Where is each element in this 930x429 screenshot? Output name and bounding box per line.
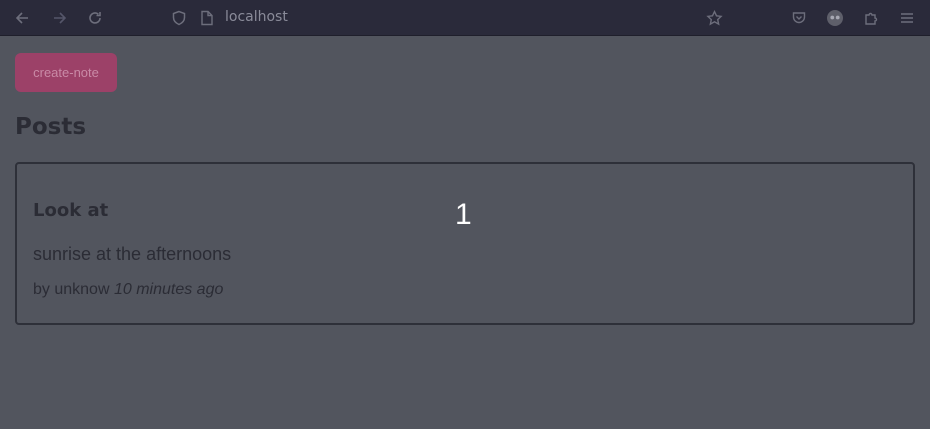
post-body: sunrise at the afternoons bbox=[33, 244, 232, 264]
create-note-button[interactable]: create-note bbox=[15, 53, 117, 92]
post-meta: by unknow 10 minutes ago bbox=[33, 280, 223, 300]
post-time: 10 minutes ago bbox=[113, 281, 224, 298]
arrow-right-icon[interactable] bbox=[50, 8, 70, 28]
account-icon[interactable] bbox=[825, 8, 845, 28]
puzzle-icon[interactable] bbox=[861, 8, 881, 28]
hamburger-icon[interactable] bbox=[897, 8, 917, 28]
shield-icon[interactable] bbox=[169, 8, 189, 28]
url-bar[interactable]: localhost bbox=[225, 8, 288, 27]
overlay-number: 1 bbox=[455, 198, 472, 231]
page-icon bbox=[197, 8, 217, 28]
star-icon[interactable] bbox=[704, 8, 724, 28]
browser-toolbar: localhost bbox=[0, 0, 930, 36]
pocket-icon[interactable] bbox=[789, 8, 809, 28]
post-card: Look at sunrise at the afternoons by unk… bbox=[15, 162, 915, 325]
page-title: Posts bbox=[15, 114, 87, 140]
post-title: Look at bbox=[33, 200, 109, 221]
arrow-left-icon[interactable] bbox=[12, 8, 32, 28]
post-author: by unknow bbox=[33, 281, 110, 298]
reload-icon[interactable] bbox=[85, 8, 105, 28]
